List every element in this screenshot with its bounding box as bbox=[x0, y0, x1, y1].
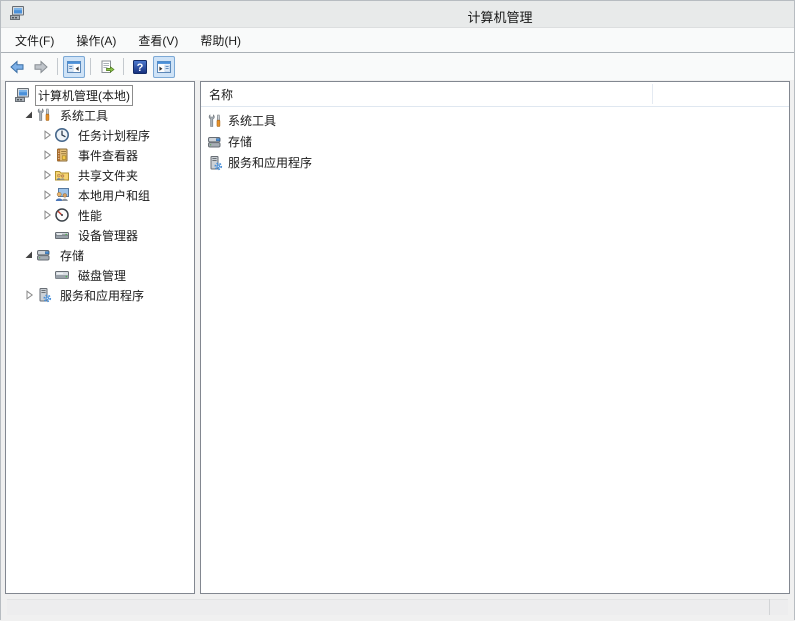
tree-item-label: 共享文件夹 bbox=[78, 168, 139, 183]
tree-item-task-scheduler[interactable]: 任务计划程序 bbox=[6, 125, 194, 145]
tools-icon bbox=[36, 107, 52, 123]
tree-item-label: 性能 bbox=[78, 208, 103, 223]
tree-item-label: 任务计划程序 bbox=[78, 128, 151, 143]
expanded-arrow-icon[interactable] bbox=[22, 108, 36, 122]
users-icon bbox=[54, 187, 70, 203]
tree-view: 计算机管理(本地) 系统工具任务计划程序 事件查看器共享文件夹本地用户和组 性能设备管… bbox=[6, 82, 194, 305]
menu-bar: 文件(F) 操作(A) 查看(V) 帮助(H) bbox=[1, 28, 794, 53]
list-view: 系统工具存储服务和应用程序 bbox=[201, 107, 789, 173]
tree-item-label: 计算机管理(本地) bbox=[35, 84, 133, 106]
list-item-services-applications[interactable]: 服务和应用程序 bbox=[201, 152, 789, 173]
computer-icon bbox=[14, 87, 30, 103]
tools-icon bbox=[207, 113, 223, 129]
list-item-storage[interactable]: 存储 bbox=[201, 131, 789, 152]
tree-item-label: 事件查看器 bbox=[78, 148, 139, 163]
forward-arrow-icon bbox=[33, 59, 49, 75]
toolbar-separator bbox=[90, 58, 91, 75]
back-arrow-icon bbox=[9, 59, 25, 75]
menu-item-help[interactable]: 帮助(H) bbox=[189, 28, 252, 52]
export-list-button[interactable] bbox=[96, 56, 118, 78]
title-bar[interactable]: 计算机管理 bbox=[1, 1, 794, 28]
export-list-icon bbox=[99, 59, 115, 75]
back-button[interactable] bbox=[6, 56, 28, 78]
tree-item-computer-management-local[interactable]: 计算机管理(本地) bbox=[6, 84, 194, 106]
tree-item-device-manager[interactable]: 设备管理器 bbox=[6, 225, 194, 245]
help-icon: ? bbox=[132, 59, 148, 75]
toolbar-separator bbox=[123, 58, 124, 75]
arrow-spacer bbox=[40, 268, 54, 282]
tree-item-disk-management[interactable]: 磁盘管理 bbox=[6, 265, 194, 285]
toolbar: ? bbox=[1, 53, 794, 80]
tree-item-performance[interactable]: 性能 bbox=[6, 205, 194, 225]
help-button[interactable]: ? bbox=[129, 56, 151, 78]
tree-item-storage[interactable]: 存储 bbox=[6, 245, 194, 265]
tree-item-system-tools[interactable]: 系统工具 bbox=[6, 105, 194, 125]
collapsed-arrow-icon[interactable] bbox=[40, 148, 54, 162]
list-item-label: 系统工具 bbox=[228, 114, 277, 128]
device-manager-icon bbox=[54, 227, 70, 243]
shared-folders-icon bbox=[54, 167, 70, 183]
tree-item-label: 服务和应用程序 bbox=[60, 288, 145, 303]
column-divider[interactable] bbox=[652, 84, 653, 104]
event-viewer-icon bbox=[54, 147, 70, 163]
services-icon bbox=[36, 287, 52, 303]
status-bar bbox=[1, 594, 794, 621]
forward-button[interactable] bbox=[30, 56, 52, 78]
collapsed-arrow-icon[interactable] bbox=[40, 128, 54, 142]
collapsed-arrow-icon[interactable] bbox=[22, 288, 36, 302]
tree-item-event-viewer[interactable]: 事件查看器 bbox=[6, 145, 194, 165]
resize-grip-divider bbox=[769, 599, 770, 615]
tree-item-shared-folders[interactable]: 共享文件夹 bbox=[6, 165, 194, 185]
console-tree-button[interactable] bbox=[63, 55, 85, 78]
arrow-spacer bbox=[40, 228, 54, 242]
collapsed-arrow-icon[interactable] bbox=[40, 168, 54, 182]
tree-item-label: 磁盘管理 bbox=[78, 268, 127, 283]
storage-icon bbox=[36, 247, 52, 263]
list-item-system-tools[interactable]: 系统工具 bbox=[201, 110, 789, 131]
tree-item-label: 系统工具 bbox=[60, 108, 109, 123]
computer-management-window: 计算机管理 文件(F) 操作(A) 查看(V) 帮助(H) ? 计算机管理(本地) 系统… bbox=[0, 0, 795, 621]
column-header-name[interactable]: 名称 bbox=[201, 86, 233, 103]
task-scheduler-icon bbox=[54, 127, 70, 143]
disk-management-icon bbox=[54, 267, 70, 283]
menu-item-action[interactable]: 操作(A) bbox=[65, 28, 127, 52]
console-tree-icon bbox=[66, 59, 82, 75]
list-item-label: 服务和应用程序 bbox=[228, 156, 313, 170]
details-list-panel: 名称 系统工具存储服务和应用程序 bbox=[200, 81, 790, 594]
collapsed-arrow-icon[interactable] bbox=[40, 208, 54, 222]
svg-text:?: ? bbox=[137, 62, 144, 74]
collapsed-arrow-icon[interactable] bbox=[40, 188, 54, 202]
console-tree-panel: 计算机管理(本地) 系统工具任务计划程序 事件查看器共享文件夹本地用户和组 性能设备管… bbox=[5, 81, 195, 594]
list-item-label: 存储 bbox=[228, 135, 253, 149]
toolbar-separator bbox=[57, 58, 58, 75]
tree-item-services-applications[interactable]: 服务和应用程序 bbox=[6, 285, 194, 305]
tree-item-label: 本地用户和组 bbox=[78, 188, 151, 203]
status-bar-inner bbox=[7, 599, 788, 615]
expanded-arrow-icon[interactable] bbox=[22, 248, 36, 262]
services-icon bbox=[207, 155, 223, 171]
menu-item-view[interactable]: 查看(V) bbox=[127, 28, 189, 52]
window-title: 计算机管理 bbox=[467, 10, 533, 25]
storage-icon bbox=[207, 134, 223, 150]
performance-icon bbox=[54, 207, 70, 223]
tree-item-local-users-groups[interactable]: 本地用户和组 bbox=[6, 185, 194, 205]
list-column-header: 名称 bbox=[201, 82, 789, 107]
action-pane-button[interactable] bbox=[153, 55, 175, 78]
menu-item-file[interactable]: 文件(F) bbox=[4, 28, 65, 52]
tree-item-label: 存储 bbox=[60, 248, 85, 263]
action-pane-icon bbox=[156, 59, 172, 75]
tree-item-label: 设备管理器 bbox=[78, 228, 139, 243]
